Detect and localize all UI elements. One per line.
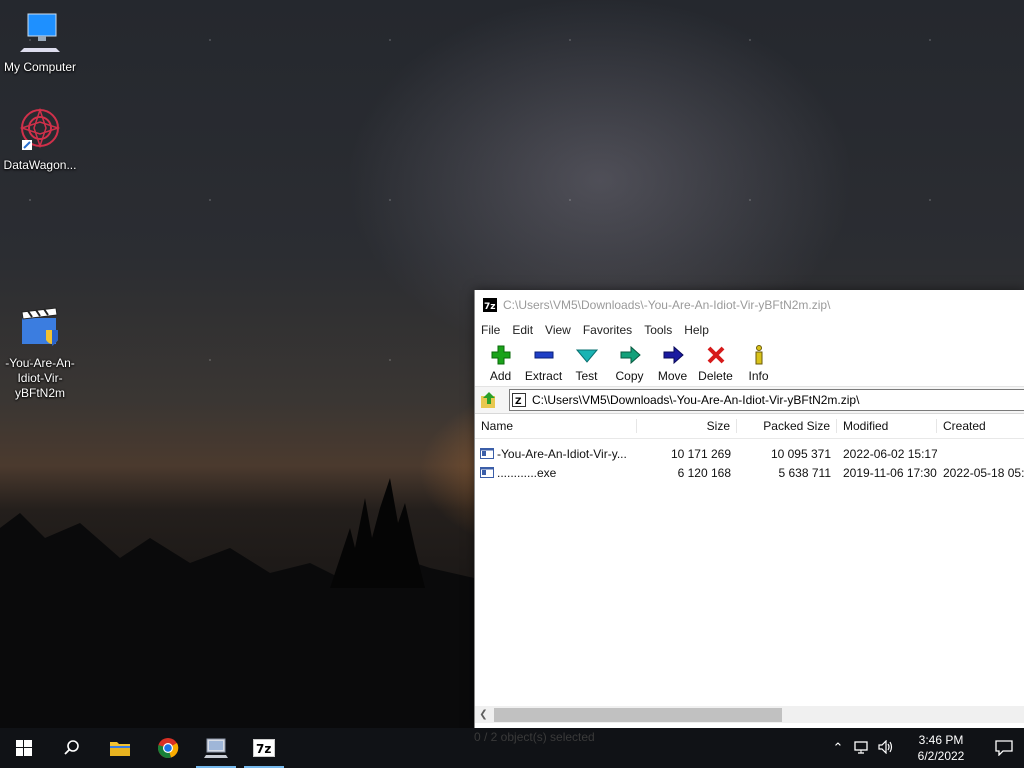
zip-archive-icon: Z (512, 393, 526, 407)
folder-up-icon[interactable] (479, 390, 499, 410)
scrollbar-thumb[interactable] (494, 707, 782, 722)
column-name[interactable]: Name (475, 419, 637, 433)
show-hidden-icons-icon[interactable]: ⌃ (826, 740, 850, 756)
taskbar-chrome[interactable] (144, 728, 192, 768)
svg-text:7z: 7z (256, 742, 271, 756)
volume-icon[interactable] (874, 739, 898, 757)
column-created[interactable]: Created (937, 419, 1024, 433)
add-label: Add (489, 369, 512, 383)
search-button[interactable] (48, 728, 96, 768)
menu-edit[interactable]: Edit (512, 323, 533, 337)
table-row[interactable]: -You-Are-An-Idiot-Vir-y... 10 171 269 10… (475, 444, 1024, 463)
extract-button[interactable]: Extract (522, 344, 565, 386)
network-icon[interactable] (850, 740, 874, 757)
windows-logo-icon (16, 740, 32, 756)
video-clapper-shield-icon (21, 307, 58, 346)
add-button[interactable]: Add (479, 344, 522, 386)
file-name-cell: ............exe (475, 466, 637, 480)
test-label: Test (575, 369, 598, 383)
check-icon (575, 349, 598, 363)
toolbar: Add Extract Test Copy Move Delete Info (475, 340, 1024, 387)
minus-icon (534, 351, 553, 359)
search-icon (64, 740, 79, 755)
move-button[interactable]: Move (651, 344, 694, 386)
svg-text:Z: Z (515, 397, 522, 407)
window-titlebar[interactable]: 7z C:\Users\VM5\Downloads\-You-Are-An-Id… (475, 290, 1024, 320)
address-text: C:\Users\VM5\Downloads\-You-Are-An-Idiot… (532, 393, 860, 407)
delete-label: Delete (698, 369, 733, 383)
column-modified[interactable]: Modified (837, 419, 937, 433)
desktop-icon-datawagon[interactable]: DataWagon... (2, 106, 78, 173)
address-bar[interactable]: Z C:\Users\VM5\Downloads\-You-Are-An-Idi… (509, 389, 1024, 411)
status-bar-text: 0 / 2 object(s) selected (474, 730, 595, 744)
file-name: ............exe (497, 465, 557, 480)
notification-icon (995, 740, 1013, 756)
info-label: Info (748, 369, 769, 383)
address-row: Z C:\Users\VM5\Downloads\-You-Are-An-Idi… (475, 387, 1024, 414)
system-tray: ⌃ 3:46 PM 6/2/2022 (826, 728, 1024, 768)
menu-favorites[interactable]: Favorites (583, 323, 632, 337)
file-modified: 2019-11-06 17:30 (843, 465, 937, 480)
menu-help[interactable]: Help (684, 323, 709, 337)
test-button[interactable]: Test (565, 344, 608, 386)
copy-button[interactable]: Copy (608, 344, 651, 386)
file-name-cell: -You-Are-An-Idiot-Vir-y... (475, 447, 637, 461)
copy-label: Copy (615, 369, 644, 383)
monitor-icon (204, 738, 228, 758)
notification-center-button[interactable] (984, 740, 1024, 756)
column-packed-size[interactable]: Packed Size (737, 419, 837, 433)
move-label: Move (657, 369, 688, 383)
chrome-icon (158, 738, 179, 758)
file-modified: 2022-06-02 15:17 (843, 446, 937, 461)
delete-x-icon (707, 346, 724, 364)
info-icon (755, 345, 762, 365)
file-size: 10 171 269 (670, 446, 731, 461)
exe-file-icon (480, 466, 494, 478)
desktop-icon-my-computer[interactable]: My Computer (2, 8, 78, 75)
plus-icon (491, 345, 510, 365)
file-packed-size: 5 638 711 (778, 465, 832, 480)
taskbar-control-panel[interactable] (192, 728, 240, 768)
menu-bar: File Edit View Favorites Tools Help (475, 320, 1024, 340)
file-list[interactable]: -You-Are-An-Idiot-Vir-y... 10 171 269 10… (475, 444, 1024, 689)
column-size[interactable]: Size (637, 419, 737, 433)
svg-text:7z: 7z (484, 302, 496, 312)
copy-arrow-icon (620, 345, 641, 365)
menu-view[interactable]: View (545, 323, 571, 337)
7zip-icon: 7z (253, 739, 275, 757)
datawagon-logo-icon (19, 107, 61, 150)
file-packed-size: 10 095 371 (770, 446, 831, 461)
computer-icon (20, 13, 60, 52)
menu-tools[interactable]: Tools (644, 323, 672, 337)
clock-time: 3:46 PM (918, 733, 964, 747)
file-size: 6 120 168 (677, 465, 731, 480)
desktop-icon-label: DataWagon... (3, 158, 77, 172)
7zip-app-icon: 7z (483, 298, 497, 312)
menu-file[interactable]: File (481, 323, 500, 337)
start-button[interactable] (0, 728, 48, 768)
file-icon (480, 447, 494, 459)
file-created: 2022-05-18 05:1 (943, 465, 1024, 480)
taskbar-7zip[interactable]: 7z (240, 728, 288, 768)
window-title: C:\Users\VM5\Downloads\-You-Are-An-Idiot… (503, 298, 831, 312)
info-button[interactable]: Info (737, 344, 780, 386)
7zip-window[interactable]: 7z C:\Users\VM5\Downloads\-You-Are-An-Id… (474, 290, 1024, 728)
delete-button[interactable]: Delete (694, 344, 737, 386)
desktop-icon-video-file[interactable]: -You-Are-An-Idiot-Vir-yBFtN2m (2, 304, 78, 401)
file-name: -You-Are-An-Idiot-Vir-y... (497, 446, 627, 461)
desktop-icon-label: My Computer (3, 60, 77, 74)
table-row[interactable]: ............exe 6 120 168 5 638 711 2019… (475, 463, 1024, 482)
taskbar-file-explorer[interactable] (96, 728, 144, 768)
scroll-left-icon[interactable]: ❮ (475, 709, 492, 720)
clock[interactable]: 3:46 PM 6/2/2022 (898, 732, 984, 764)
desktop-icon-label: -You-Are-An-Idiot-Vir-yBFtN2m (5, 356, 75, 400)
move-arrow-icon (663, 345, 684, 365)
column-header-row: Name Size Packed Size Modified Created (475, 414, 1024, 439)
extract-label: Extract (524, 369, 563, 383)
folder-icon (110, 742, 130, 756)
horizontal-scrollbar[interactable]: ❮ (475, 706, 1024, 723)
clock-date: 6/2/2022 (917, 749, 965, 763)
